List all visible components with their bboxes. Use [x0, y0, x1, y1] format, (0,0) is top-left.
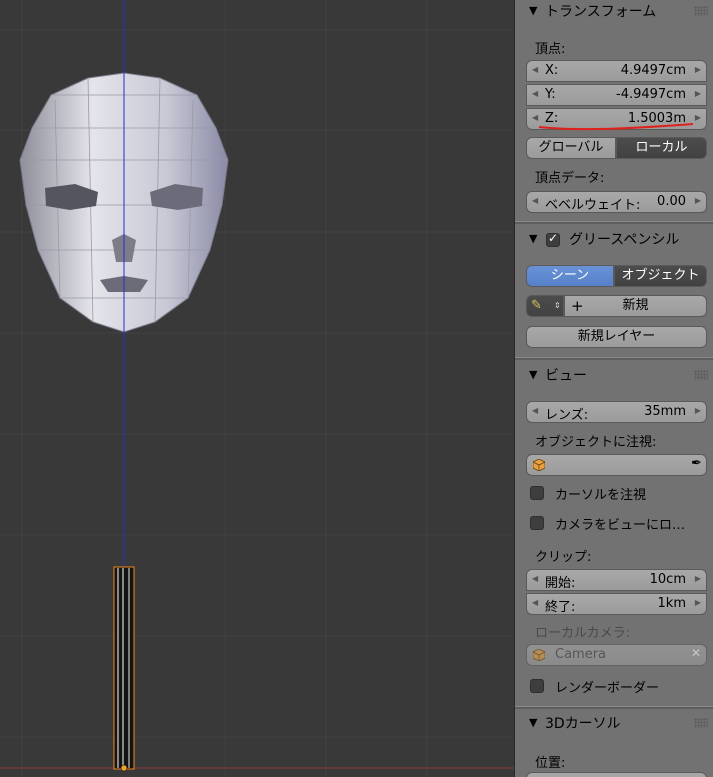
- decrement-arrow-icon[interactable]: ◀: [532, 113, 538, 122]
- increment-arrow-icon[interactable]: ▶: [695, 65, 701, 74]
- decrement-arrow-icon[interactable]: ◀: [532, 574, 538, 583]
- local-camera-label: ローカルカメラ:: [535, 626, 630, 641]
- updown-arrows-icon: ⇕: [554, 301, 561, 310]
- decrement-arrow-icon[interactable]: ◀: [532, 598, 538, 607]
- render-border-checkbox[interactable]: [530, 679, 544, 693]
- plus-icon: +: [571, 297, 584, 315]
- collapse-triangle-icon[interactable]: ▼: [529, 368, 537, 381]
- vertex-x-field[interactable]: ◀ X: 4.9497cm ▶: [526, 60, 707, 82]
- local-toggle[interactable]: ローカル: [616, 137, 707, 159]
- grease-pencil-title: グリースペンシル: [569, 232, 680, 248]
- grease-pencil-header[interactable]: ▼ グリースペンシル: [515, 228, 713, 254]
- clip-end-label: 終了:: [545, 600, 576, 615]
- decrement-arrow-icon[interactable]: ◀: [532, 65, 538, 74]
- increment-arrow-icon[interactable]: ▶: [695, 113, 701, 122]
- clip-end-value: 1km: [657, 596, 686, 611]
- collapse-triangle-icon[interactable]: ▼: [529, 232, 537, 245]
- decrement-arrow-icon[interactable]: ◀: [532, 196, 538, 205]
- pencil-icon: ✎: [531, 298, 542, 313]
- camera-to-view-checkbox[interactable]: [530, 516, 544, 530]
- 3d-cursor-header[interactable]: ▼ 3Dカーソル: [515, 712, 713, 738]
- vertex-x-value: 4.9497cm: [620, 63, 686, 78]
- bevel-weight-value: 0.00: [657, 194, 686, 209]
- collapse-triangle-icon[interactable]: ▼: [529, 716, 537, 729]
- new-grease-pencil-button[interactable]: + 新規: [564, 295, 707, 317]
- new-layer-button[interactable]: 新規レイヤー: [526, 326, 707, 348]
- lens-value: 35mm: [644, 404, 686, 419]
- grease-pencil-enable-checkbox[interactable]: [546, 231, 560, 247]
- drag-grip-icon[interactable]: [694, 718, 708, 728]
- clear-icon[interactable]: ✕: [691, 646, 701, 660]
- eyedropper-icon[interactable]: ✒: [691, 456, 702, 471]
- vertex-label: 頂点:: [535, 42, 566, 57]
- drag-grip-icon[interactable]: [694, 370, 708, 380]
- increment-arrow-icon[interactable]: ▶: [695, 89, 701, 98]
- divider: [515, 357, 713, 360]
- scene-toggle[interactable]: シーン: [526, 265, 614, 287]
- lock-object-field[interactable]: ✒: [526, 454, 707, 476]
- lock-cursor-label: カーソルを注視: [555, 488, 647, 503]
- divider: [515, 221, 713, 224]
- clip-label: クリップ:: [535, 550, 592, 565]
- increment-arrow-icon[interactable]: ▶: [695, 598, 701, 607]
- vertex-y-label: Y:: [545, 87, 556, 102]
- lens-label: レンズ:: [545, 408, 589, 423]
- object-cube-icon: [533, 459, 545, 471]
- decrement-arrow-icon[interactable]: ◀: [532, 89, 538, 98]
- properties-panel[interactable]: ▼ トランスフォーム 頂点: ◀ X: 4.9497cm ▶ ◀ Y: -4.9…: [514, 0, 713, 777]
- transform-header[interactable]: ▼ トランスフォーム: [515, 0, 713, 26]
- collapse-triangle-icon[interactable]: ▼: [529, 4, 537, 17]
- bevel-weight-field[interactable]: ◀ ベベルウェイト: 0.00 ▶: [526, 191, 707, 213]
- clip-start-field[interactable]: ◀ 開始: 10cm ▶: [526, 569, 707, 591]
- cursor-x-field[interactable]: [526, 772, 707, 777]
- clip-start-label: 開始:: [545, 576, 576, 591]
- decrement-arrow-icon[interactable]: ◀: [532, 406, 538, 415]
- 3d-cursor-title: 3Dカーソル: [545, 716, 621, 732]
- red-underline-annotation: [538, 123, 694, 131]
- increment-arrow-icon[interactable]: ▶: [695, 406, 701, 415]
- divider: [515, 706, 713, 709]
- new-label: 新規: [622, 298, 649, 313]
- object-toggle[interactable]: オブジェクト: [614, 265, 707, 287]
- viewport-canvas[interactable]: [0, 0, 514, 777]
- drag-grip-icon[interactable]: [694, 6, 708, 16]
- camera-to-view-label: カメラをビューにロ…: [555, 518, 686, 533]
- object-cube-icon: [533, 649, 545, 661]
- cursor-location-label: 位置:: [535, 756, 566, 771]
- view-header[interactable]: ▼ ビュー: [515, 364, 713, 390]
- pencil-browse-button[interactable]: ✎ ⇕: [526, 295, 564, 317]
- vertex-data-label: 頂点データ:: [535, 171, 605, 186]
- clip-start-value: 10cm: [649, 572, 686, 587]
- local-camera-field[interactable]: Camera ✕: [526, 644, 707, 666]
- view-title: ビュー: [545, 368, 587, 384]
- clip-end-field[interactable]: ◀ 終了: 1km ▶: [526, 593, 707, 615]
- 3d-viewport[interactable]: [0, 0, 514, 777]
- selected-object[interactable]: [113, 566, 135, 772]
- global-toggle[interactable]: グローバル: [526, 137, 616, 159]
- lens-field[interactable]: ◀ レンズ: 35mm ▶: [526, 401, 707, 423]
- increment-arrow-icon[interactable]: ▶: [695, 196, 701, 205]
- transform-title: トランスフォーム: [545, 4, 657, 20]
- local-camera-value: Camera: [555, 647, 607, 662]
- vertex-x-label: X:: [545, 63, 559, 78]
- bevel-weight-label: ベベルウェイト:: [545, 198, 641, 213]
- lock-cursor-checkbox[interactable]: [530, 486, 544, 500]
- vertex-y-value: -4.9497cm: [616, 87, 686, 102]
- lock-to-object-label: オブジェクトに注視:: [535, 435, 657, 450]
- render-border-label: レンダーボーダー: [555, 681, 660, 696]
- vertex-y-field[interactable]: ◀ Y: -4.9497cm ▶: [526, 84, 707, 106]
- increment-arrow-icon[interactable]: ▶: [695, 574, 701, 583]
